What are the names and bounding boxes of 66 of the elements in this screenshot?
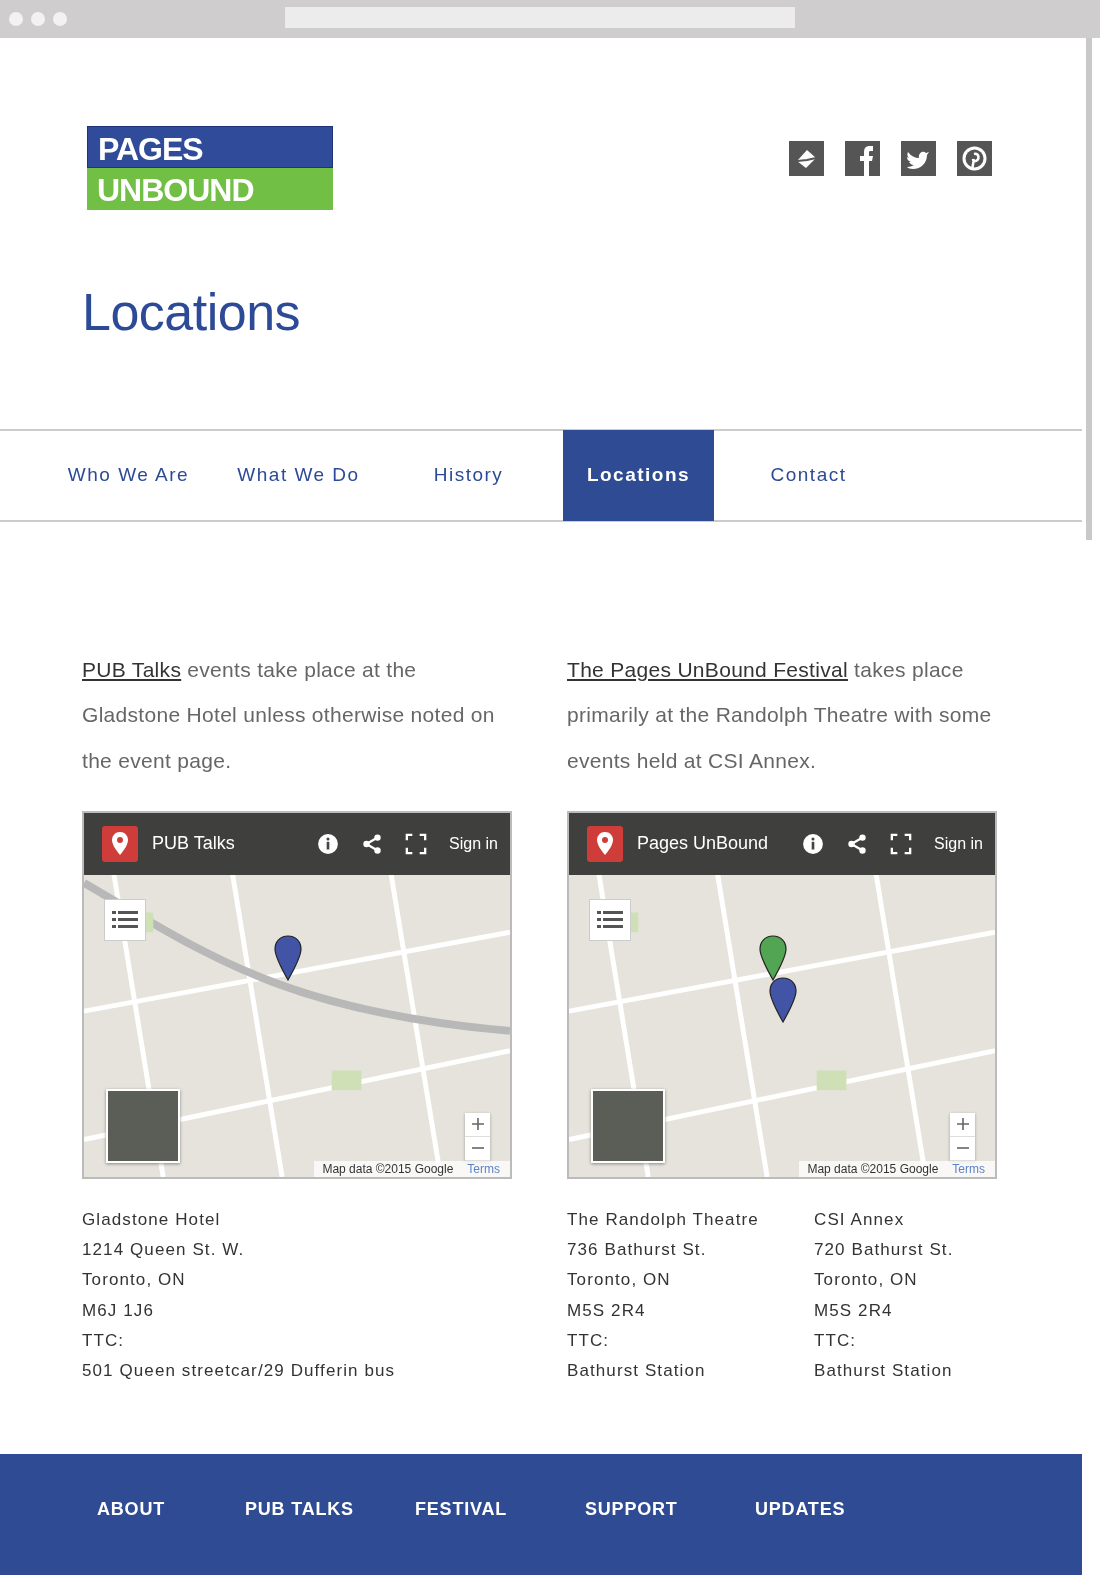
terms-link[interactable]: Terms <box>467 1160 500 1177</box>
zoom-in-icon[interactable] <box>950 1112 975 1137</box>
satellite-thumbnail[interactable] <box>106 1088 180 1163</box>
info-icon[interactable] <box>802 832 825 855</box>
intro-link[interactable]: The Pages UnBound Festival <box>567 657 848 681</box>
address-line: TTC: <box>82 1329 126 1352</box>
footer-link[interactable]: UPDATES <box>755 1498 925 1520</box>
address-line: Bathurst Station <box>567 1360 707 1383</box>
list-button[interactable] <box>104 898 146 941</box>
map-background[interactable] <box>84 874 510 1177</box>
fullscreen-icon[interactable] <box>405 832 428 855</box>
map-title: Pages UnBound <box>637 833 770 855</box>
zoom-in-icon[interactable] <box>465 1112 490 1137</box>
map-marker-icon[interactable] <box>274 934 302 981</box>
map-attribution: Map data ©2015 Google <box>322 1160 454 1177</box>
share-icon[interactable] <box>846 832 869 855</box>
sign-in-link[interactable]: Sign in <box>449 834 498 853</box>
list-button[interactable] <box>589 898 631 941</box>
address-line: Bathurst Station <box>814 1360 954 1383</box>
address-line: 736 Bathurst St. <box>567 1238 708 1261</box>
nav-tab[interactable]: What We Do <box>223 430 374 521</box>
nav-tab[interactable]: Locations <box>563 430 714 521</box>
terms-link[interactable]: Terms <box>952 1160 985 1177</box>
fullscreen-icon[interactable] <box>890 832 913 855</box>
footer-link[interactable]: SUPPORT <box>585 1498 755 1520</box>
zoom-out-icon[interactable] <box>465 1136 490 1161</box>
map-marker-icon[interactable] <box>759 934 787 981</box>
logo-text[interactable]: PAGES <box>87 126 333 168</box>
address-line: Toronto, ON <box>82 1269 187 1292</box>
address-line: M5S 2R4 <box>567 1299 647 1322</box>
intro-link[interactable]: PUB Talks <box>82 657 182 681</box>
nav-tab[interactable]: Who We Are <box>53 430 204 521</box>
address-line: 1214 Queen St. W. <box>82 1238 246 1261</box>
address-line: Toronto, ON <box>814 1269 919 1292</box>
pinterest-icon[interactable] <box>957 141 992 176</box>
address-line: CSI Annex <box>814 1208 906 1231</box>
address-line: 720 Bathurst St. <box>814 1238 954 1261</box>
address-line: Toronto, ON <box>567 1269 672 1292</box>
nav-tab[interactable]: Contact <box>733 430 884 521</box>
map-title: PUB Talks <box>152 833 236 855</box>
map-marker-icon[interactable] <box>769 976 797 1023</box>
share-icon[interactable] <box>361 832 384 855</box>
address-line: TTC: <box>814 1329 858 1352</box>
intro-text: The Pages UnBound Festival takes place primarily at the Randolph Theatre with some events held at CSI Annex. <box>567 656 993 774</box>
zoom-out-icon[interactable] <box>950 1136 975 1161</box>
satellite-thumbnail[interactable] <box>591 1088 665 1163</box>
map-background[interactable] <box>569 874 995 1177</box>
facebook-icon[interactable] <box>845 141 880 176</box>
address-line: M5S 2R4 <box>814 1299 894 1322</box>
page-title: Locations <box>81 282 302 343</box>
nav-tab[interactable]: History <box>393 430 544 521</box>
map-pin-icon <box>587 825 623 862</box>
footer-link[interactable]: FESTIVAL <box>415 1498 585 1520</box>
address-line: The Randolph Theatre <box>567 1208 760 1231</box>
bird-icon[interactable] <box>901 141 936 176</box>
map-pin-icon <box>102 825 138 862</box>
address-line: 501 Queen streetcar/29 Dufferin bus <box>82 1360 396 1383</box>
intro-text: PUB Talks events take place at the Gladstone Hotel unless otherwise noted on the event page. <box>82 656 496 774</box>
address-line: TTC: <box>567 1329 611 1352</box>
footer-link[interactable]: ABOUT <box>97 1498 245 1520</box>
footer-link[interactable]: PUB TALKS <box>245 1498 415 1520</box>
address-line: M6J 1J6 <box>82 1299 155 1322</box>
info-icon[interactable] <box>317 832 340 855</box>
sign-in-link[interactable]: Sign in <box>934 834 983 853</box>
map-attribution: Map data ©2015 Google <box>807 1160 939 1177</box>
address-line: Gladstone Hotel <box>82 1208 222 1231</box>
